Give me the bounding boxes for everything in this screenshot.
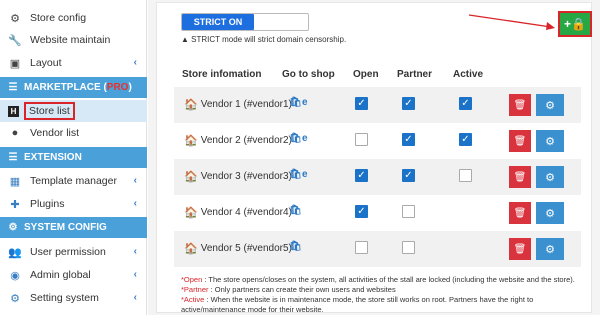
open-checkbox[interactable]: ✓	[355, 205, 368, 218]
header-partner: Partner	[397, 69, 433, 80]
config-button[interactable]: ⚙	[536, 94, 564, 116]
sidebar-item-admin-global[interactable]: ◉ Admin global ‹	[0, 264, 147, 286]
sidebar-item-website-maintain[interactable]: 🔧 Website maintain	[0, 29, 147, 51]
user-icon: ●	[11, 127, 19, 139]
sidebar: ⚙ Store config 🔧 Website maintain ▣ Layo…	[0, 0, 147, 315]
sidebar-item-user-permission[interactable]: 👥 User permission ‹	[0, 241, 147, 263]
shop-bag-icon[interactable]: 🛍	[289, 241, 302, 252]
delete-button[interactable]: 🗑	[509, 130, 531, 152]
cogs-icon: ⚙	[8, 222, 18, 233]
strict-mode-toggle[interactable]: STRICT ON	[181, 13, 309, 31]
ie-icon[interactable]: e	[302, 169, 308, 180]
header-go-to-shop: Go to shop	[282, 69, 335, 80]
shop-bag-icon[interactable]: 🛍	[289, 133, 302, 144]
section-extension: ☰ EXTENSION	[0, 147, 147, 168]
section-system-config: ⚙ SYSTEM CONFIG	[0, 217, 147, 238]
warning-icon: ▲	[181, 35, 189, 44]
grid-icon: ▦	[9, 175, 21, 188]
sidebar-item-store-list[interactable]: H Store list	[0, 100, 147, 122]
section-marketplace: ☰ MARKETPLACE (PRO)	[0, 77, 147, 98]
puzzle-icon: ✚	[10, 198, 20, 211]
cogs-icon: ⚙	[545, 171, 555, 184]
chevron-left-icon: ‹	[133, 292, 137, 303]
partner-checkbox[interactable]: ✓	[402, 169, 415, 182]
users-icon: 👥	[8, 246, 22, 259]
config-button[interactable]: ⚙	[536, 130, 564, 152]
open-checkbox[interactable]: ✓	[355, 169, 368, 182]
plus-lock-icon: +🔒	[564, 17, 586, 31]
open-checkbox[interactable]	[355, 133, 368, 146]
chevron-left-icon: ‹	[133, 246, 137, 257]
home-icon: 🏠	[184, 99, 198, 111]
shop-bag-icon[interactable]: 🛍	[289, 97, 302, 108]
trash-icon: 🗑	[513, 243, 527, 255]
shop-bag-icon[interactable]: 🛍	[289, 205, 302, 216]
sidebar-item-store-config[interactable]: ⚙ Store config	[0, 7, 147, 29]
cogs-icon: ⚙	[545, 207, 555, 220]
header-active: Active	[453, 69, 484, 80]
active-checkbox[interactable]: ✓	[459, 133, 472, 146]
partner-checkbox[interactable]: ✓	[402, 97, 415, 110]
cogs-icon: ⚙	[545, 99, 555, 112]
gear-icon: ⚙	[10, 12, 20, 25]
config-button[interactable]: ⚙	[536, 166, 564, 188]
open-checkbox[interactable]: ✓	[355, 97, 368, 110]
delete-button[interactable]: 🗑	[509, 238, 531, 260]
sidebar-item-template-manager[interactable]: ▦ Template manager ‹	[0, 170, 147, 192]
home-icon: 🏠	[184, 135, 198, 147]
cogs-icon: ⚙	[545, 243, 555, 256]
shop-bag-icon[interactable]: 🛍	[289, 169, 302, 180]
table-row: 🏠 Vendor 3 (#vendor3) 🛍 e ✓ ✓ 🗑 ⚙	[174, 159, 581, 195]
chevron-left-icon: ‹	[133, 269, 137, 280]
strict-note: ▲ STRICT mode will strict domain censors…	[181, 35, 347, 44]
table-row: 🏠 Vendor 4 (#vendor4) 🛍 ✓ 🗑 ⚙	[174, 195, 581, 231]
active-checkbox[interactable]	[459, 169, 472, 182]
list-icon: ☰	[8, 82, 18, 93]
trash-icon: 🗑	[513, 171, 527, 183]
chevron-left-icon: ‹	[133, 175, 137, 186]
open-checkbox[interactable]	[355, 241, 368, 254]
config-button[interactable]: ⚙	[536, 238, 564, 260]
header-store-information: Store infomation	[182, 69, 262, 80]
config-button[interactable]: ⚙	[536, 202, 564, 224]
ie-icon[interactable]: e	[302, 133, 308, 144]
list-icon: ☰	[8, 152, 18, 163]
home-icon: 🏠	[184, 243, 198, 255]
active-checkbox[interactable]: ✓	[459, 97, 472, 110]
partner-checkbox[interactable]	[402, 241, 415, 254]
trash-icon: 🗑	[513, 135, 527, 147]
delete-button[interactable]: 🗑	[509, 166, 531, 188]
sidebar-item-setting-system[interactable]: ⚙ Setting system ‹	[0, 287, 147, 309]
user-circle-icon: ◉	[10, 269, 20, 282]
partner-checkbox[interactable]: ✓	[402, 133, 415, 146]
trash-icon: 🗑	[513, 207, 527, 219]
annotation-arrow	[468, 14, 555, 30]
home-icon: 🏠	[184, 171, 198, 183]
image-icon: ▣	[9, 57, 21, 70]
sidebar-item-plugins[interactable]: ✚ Plugins ‹	[0, 193, 147, 215]
chevron-left-icon: ‹	[133, 198, 137, 209]
cogs-icon: ⚙	[10, 292, 20, 305]
main-content: STRICT ON ▲ STRICT mode will strict doma…	[148, 0, 600, 315]
cogs-icon: ⚙	[545, 135, 555, 148]
table-row: 🏠 Vendor 2 (#vendor2) 🛍 e ✓ ✓ 🗑 ⚙	[174, 123, 581, 159]
trash-icon: 🗑	[513, 99, 527, 111]
legend-notes: *Open : The store opens/closes on the sy…	[181, 275, 575, 314]
header-open: Open	[353, 69, 379, 80]
partner-checkbox[interactable]	[402, 205, 415, 218]
add-store-button[interactable]: +🔒	[558, 11, 592, 37]
ie-icon[interactable]: e	[302, 97, 308, 108]
table-row: 🏠 Vendor 5 (#vendor5) 🛍 🗑 ⚙	[174, 231, 581, 267]
home-icon: 🏠	[184, 207, 198, 219]
chevron-left-icon: ‹	[133, 57, 137, 68]
store-icon: H	[8, 105, 19, 117]
delete-button[interactable]: 🗑	[509, 202, 531, 224]
wrench-icon: 🔧	[8, 34, 22, 47]
sidebar-item-layout[interactable]: ▣ Layout ‹	[0, 52, 147, 74]
table-row: 🏠 Vendor 1 (#vendor1) 🛍 e ✓ ✓ ✓ 🗑 ⚙	[174, 87, 581, 123]
delete-button[interactable]: 🗑	[509, 94, 531, 116]
sidebar-item-vendor-list[interactable]: ● Vendor list	[0, 122, 147, 144]
strict-toggle-on: STRICT ON	[182, 14, 254, 30]
store-list-panel: STRICT ON ▲ STRICT mode will strict doma…	[156, 2, 592, 314]
